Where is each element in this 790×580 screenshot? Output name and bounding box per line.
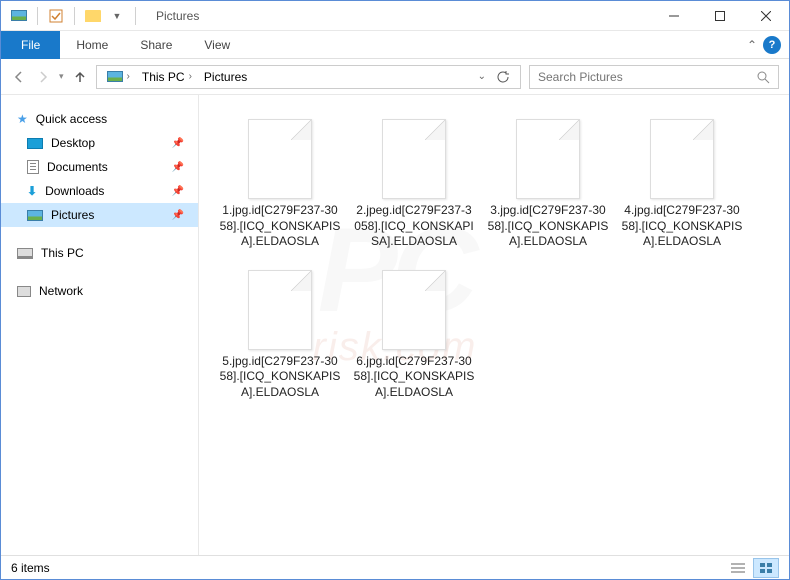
desktop-icon [27,138,43,149]
refresh-button[interactable] [496,70,510,84]
file-name: 3.jpg.id[C279F237-3058].[ICQ_KONSKAPISA]… [487,203,609,250]
sidebar-item-this-pc[interactable]: This PC [1,241,198,265]
details-view-button[interactable] [725,558,751,578]
file-tab[interactable]: File [1,31,60,59]
share-tab[interactable]: Share [124,31,188,59]
search-box[interactable] [529,65,779,89]
file-name: 4.jpg.id[C279F237-3058].[ICQ_KONSKAPISA]… [621,203,743,250]
qat-dropdown[interactable]: ▼ [107,6,127,26]
file-item[interactable]: 1.jpg.id[C279F237-3058].[ICQ_KONSKAPISA]… [215,111,345,258]
downloads-icon: ⬇ [27,184,37,198]
search-input[interactable] [538,70,756,84]
window-title: Pictures [156,9,199,23]
breadcrumb-current[interactable]: Pictures [198,66,253,88]
sidebar-item-network[interactable]: Network [1,279,198,303]
close-button[interactable] [743,1,789,31]
minimize-button[interactable] [651,1,697,31]
pictures-icon [27,210,43,221]
network-icon [17,286,31,297]
pin-icon: 📌 [172,210,184,221]
file-name: 6.jpg.id[C279F237-3058].[ICQ_KONSKAPISA]… [353,354,475,401]
quick-access-header[interactable]: ★ Quick access [1,107,198,131]
title-bar: ▼ Pictures [1,1,789,31]
breadcrumb-icon[interactable]: › [101,66,136,88]
view-tab[interactable]: View [188,31,246,59]
properties-qat-button[interactable] [46,6,66,26]
folder-qat-button[interactable] [83,6,103,26]
file-name: 1.jpg.id[C279F237-3058].[ICQ_KONSKAPISA]… [219,203,341,250]
status-bar: 6 items [1,555,789,579]
pin-icon: 📌 [172,186,184,197]
address-dropdown-icon[interactable]: ⌄ [478,71,486,82]
window-controls [651,1,789,31]
pin-icon: 📌 [172,162,184,173]
recent-dropdown[interactable]: ▾ [59,71,64,82]
documents-icon [27,160,39,174]
maximize-button[interactable] [697,1,743,31]
sidebar-item-pictures[interactable]: Pictures 📌 [1,203,198,227]
file-icon [382,119,446,199]
file-item[interactable]: 2.jpeg.id[C279F237-3058].[ICQ_KONSKAPISA… [349,111,479,258]
file-name: 2.jpeg.id[C279F237-3058].[ICQ_KONSKAPISA… [353,203,475,250]
search-icon [756,70,770,84]
file-icon [248,270,312,350]
quick-access-toolbar: ▼ [1,6,148,26]
address-bar[interactable]: › This PC› Pictures ⌄ [96,65,521,89]
item-count: 6 items [11,561,50,575]
file-item[interactable]: 5.jpg.id[C279F237-3058].[ICQ_KONSKAPISA]… [215,262,345,409]
sidebar-item-desktop[interactable]: Desktop 📌 [1,131,198,155]
file-item[interactable]: 4.jpg.id[C279F237-3058].[ICQ_KONSKAPISA]… [617,111,747,258]
file-item[interactable]: 3.jpg.id[C279F237-3058].[ICQ_KONSKAPISA]… [483,111,613,258]
sidebar-item-downloads[interactable]: ⬇ Downloads 📌 [1,179,198,203]
help-button[interactable]: ? [763,36,781,54]
file-icon [516,119,580,199]
star-icon: ★ [17,112,28,126]
home-tab[interactable]: Home [60,31,124,59]
app-icon [9,6,29,26]
forward-button[interactable] [35,69,51,85]
ribbon-expand-icon[interactable]: ⌃ [747,38,757,52]
pc-icon [17,248,33,259]
breadcrumb-root[interactable]: This PC› [136,66,198,88]
file-icon [382,270,446,350]
file-icon [650,119,714,199]
pin-icon: 📌 [172,138,184,149]
back-button[interactable] [11,69,27,85]
navigation-pane: ★ Quick access Desktop 📌 Documents 📌 ⬇ D… [1,95,199,555]
icons-view-button[interactable] [753,558,779,578]
up-button[interactable] [72,69,88,85]
address-bar-row: ▾ › This PC› Pictures ⌄ [1,59,789,95]
sidebar-item-documents[interactable]: Documents 📌 [1,155,198,179]
ribbon: File Home Share View ⌃ ? [1,31,789,59]
body: ★ Quick access Desktop 📌 Documents 📌 ⬇ D… [1,95,789,555]
file-list[interactable]: 1.jpg.id[C279F237-3058].[ICQ_KONSKAPISA]… [199,95,789,555]
file-name: 5.jpg.id[C279F237-3058].[ICQ_KONSKAPISA]… [219,354,341,401]
file-icon [248,119,312,199]
file-item[interactable]: 6.jpg.id[C279F237-3058].[ICQ_KONSKAPISA]… [349,262,479,409]
